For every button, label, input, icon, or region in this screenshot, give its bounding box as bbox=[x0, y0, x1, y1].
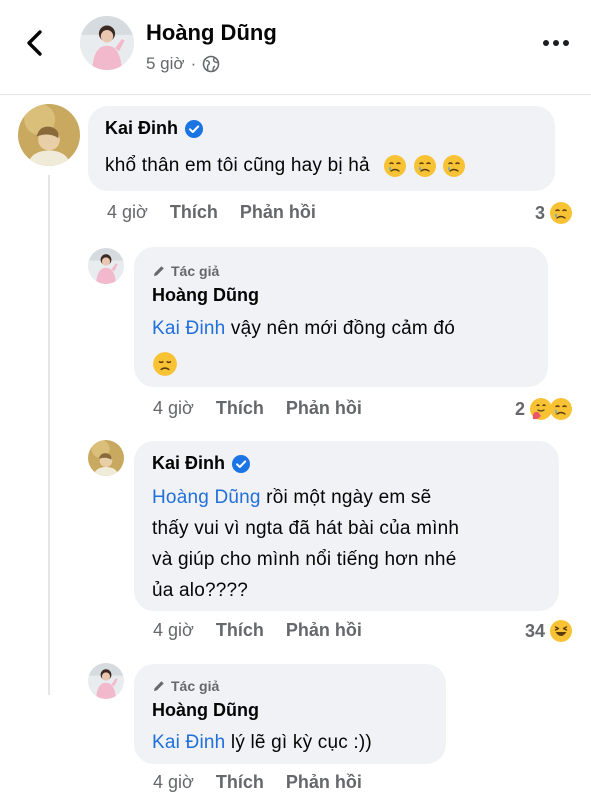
mention-link[interactable]: Kai Đinh bbox=[152, 732, 225, 753]
comment-text: Hoàng Dũng rồi một ngày em sẽ thấy vui v… bbox=[152, 482, 459, 606]
author-name[interactable]: Kai Đinh bbox=[152, 453, 225, 474]
comment-line: thấy vui vì ngta đã hát bài của mình bbox=[152, 518, 460, 539]
mention-link[interactable]: Kai Đinh bbox=[152, 318, 225, 339]
crying-face-icon bbox=[383, 154, 407, 178]
comment-line: Hoàng Dũng rồi một ngày em sẽ bbox=[152, 482, 459, 513]
thread-line bbox=[48, 175, 50, 695]
dot-icon bbox=[543, 40, 549, 46]
disappointed-face-icon bbox=[152, 351, 178, 377]
author-badge: Tác giả bbox=[152, 678, 219, 694]
comment-time: 4 giờ bbox=[153, 772, 194, 792]
dot-icon bbox=[553, 40, 559, 46]
verified-badge-icon bbox=[231, 454, 251, 474]
author-name[interactable]: Hoàng Dũng bbox=[152, 700, 259, 721]
reaction-count: 3 bbox=[534, 202, 545, 223]
meta-separator: · bbox=[190, 54, 197, 73]
back-button[interactable] bbox=[22, 28, 48, 58]
reply-button[interactable]: Phản hồi bbox=[240, 202, 316, 223]
comment-text: Kai Đinh lý lẽ gì kỳ cục :)) bbox=[152, 727, 372, 758]
avatar[interactable] bbox=[18, 104, 80, 166]
comment-time: 4 giờ bbox=[153, 398, 194, 418]
like-button[interactable]: Thích bbox=[170, 202, 218, 223]
post-time: 5 giờ bbox=[146, 54, 185, 73]
post-meta: 5 giờ · bbox=[146, 54, 220, 74]
comment-bubble[interactable]: Kai Đinh Hoàng Dũng rồi một ngày em sẽ t… bbox=[134, 441, 559, 611]
avatar[interactable] bbox=[88, 440, 124, 476]
like-button[interactable]: Thích bbox=[216, 772, 264, 793]
comment-body: rồi một ngày em sẽ bbox=[260, 487, 432, 508]
reply-button[interactable]: Phản hồi bbox=[286, 772, 362, 793]
comment-text: khổ thân em tôi cũng hay bị hả bbox=[105, 150, 466, 181]
header-divider bbox=[0, 94, 591, 95]
avatar[interactable] bbox=[88, 248, 124, 284]
chevron-left-icon bbox=[27, 30, 42, 56]
crying-face-icon bbox=[442, 154, 466, 178]
pencil-icon bbox=[154, 266, 164, 276]
globe-icon bbox=[202, 55, 220, 73]
comment-author[interactable]: Hoàng Dũng bbox=[152, 700, 259, 721]
comment-text: Kai Đinh vậy nên mới đồng cảm đó bbox=[152, 313, 455, 344]
reply-button[interactable]: Phản hồi bbox=[286, 398, 362, 419]
like-button[interactable]: Thích bbox=[216, 620, 264, 641]
comment-author[interactable]: Kai Đinh bbox=[152, 453, 251, 474]
author-badge-label: Tác giả bbox=[171, 263, 220, 279]
comment-body: lý lẽ gì kỳ cục :)) bbox=[225, 732, 372, 753]
avatar[interactable] bbox=[80, 16, 134, 70]
comment-actions: 4 giờ Thích Phản hồi bbox=[107, 202, 316, 223]
comment-actions: 4 giờ Thích Phản hồi bbox=[153, 772, 362, 793]
dot-icon bbox=[563, 40, 569, 46]
post-author-name[interactable]: Hoàng Dũng bbox=[146, 20, 277, 46]
sad-reaction-icon bbox=[549, 201, 573, 225]
comment-author[interactable]: Hoàng Dũng bbox=[152, 285, 259, 306]
like-button[interactable]: Thích bbox=[216, 398, 264, 419]
reaction-count: 2 bbox=[514, 398, 525, 419]
comment-line: và giúp cho mình nổi tiếng hơn nhé bbox=[152, 549, 457, 570]
pencil-icon bbox=[154, 681, 164, 691]
reaction-summary[interactable]: 3 bbox=[535, 201, 573, 225]
reaction-count: 34 bbox=[524, 620, 545, 641]
sad-reaction-icon bbox=[549, 397, 573, 421]
author-badge: Tác giả bbox=[152, 263, 219, 279]
reaction-summary[interactable]: 34 bbox=[525, 619, 573, 643]
author-name[interactable]: Kai Đinh bbox=[105, 118, 178, 139]
reply-button[interactable]: Phản hồi bbox=[286, 620, 362, 641]
more-options-button[interactable] bbox=[543, 40, 569, 46]
comment-line: ủa alo???? bbox=[152, 580, 249, 601]
laughing-reaction-icon bbox=[549, 619, 573, 643]
reaction-summary[interactable]: 2 bbox=[515, 397, 573, 421]
verified-badge-icon bbox=[184, 119, 204, 139]
comment-body: khổ thân em tôi cũng hay bị hả bbox=[105, 155, 370, 176]
comment-body: vậy nên mới đồng cảm đó bbox=[225, 318, 455, 339]
comment-time: 4 giờ bbox=[153, 620, 194, 640]
crying-face-icon bbox=[413, 154, 437, 178]
comment-actions: 4 giờ Thích Phản hồi bbox=[153, 398, 362, 419]
comment-bubble[interactable]: Tác giả Hoàng Dũng Kai Đinh vậy nên mới … bbox=[134, 247, 548, 387]
mention-link[interactable]: Hoàng Dũng bbox=[152, 487, 261, 508]
author-name[interactable]: Hoàng Dũng bbox=[152, 285, 259, 306]
avatar[interactable] bbox=[88, 663, 124, 699]
comment-author[interactable]: Kai Đinh bbox=[105, 118, 204, 139]
comment-time: 4 giờ bbox=[107, 202, 148, 222]
comment-bubble[interactable]: Tác giả Hoàng Dũng Kai Đinh lý lẽ gì kỳ … bbox=[134, 664, 446, 764]
comment-bubble[interactable]: Kai Đinh khổ thân em tôi cũng hay bị hả bbox=[88, 106, 555, 191]
author-badge-label: Tác giả bbox=[171, 678, 220, 694]
comment-actions: 4 giờ Thích Phản hồi bbox=[153, 620, 362, 641]
